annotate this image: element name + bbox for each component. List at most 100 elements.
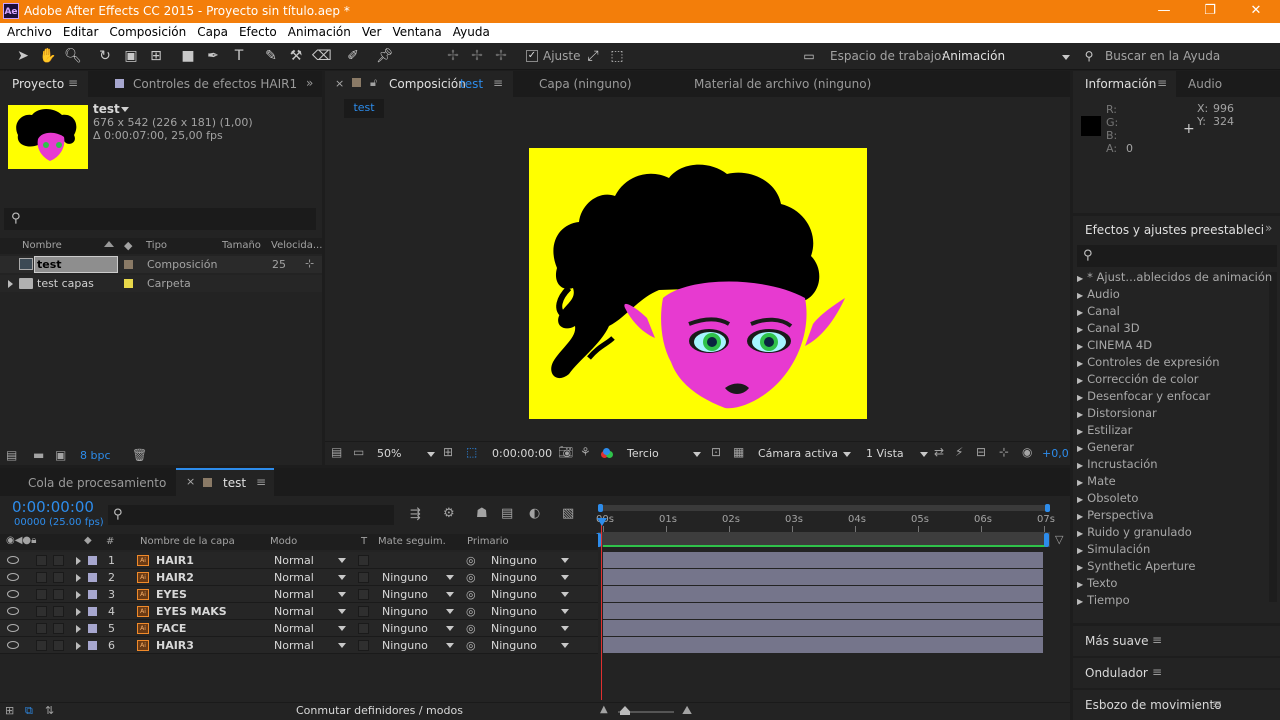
lock-switch[interactable] xyxy=(53,606,64,617)
menu-archivo[interactable]: Archivo xyxy=(2,23,58,43)
info-menu-icon[interactable]: ≡ xyxy=(1157,76,1167,90)
menu-ventana[interactable]: Ventana xyxy=(387,23,447,43)
roto-brush-tool-icon[interactable]: ✐ xyxy=(344,47,362,65)
column-name[interactable]: Nombre xyxy=(22,240,62,251)
menu-capa[interactable]: Capa xyxy=(192,23,234,43)
views-select[interactable]: 1 Vista xyxy=(866,447,904,460)
effects-category-item[interactable]: ▶ Controles de expresión xyxy=(1077,355,1220,369)
parent-select[interactable]: Ninguno xyxy=(491,639,537,652)
camera-dropdown-icon[interactable] xyxy=(843,452,851,457)
flowchart-view-icon[interactable]: ⊹ xyxy=(999,445,1009,459)
text-tool-icon[interactable]: T xyxy=(230,47,248,65)
visibility-eye-icon[interactable] xyxy=(7,607,19,615)
parent-dropdown-icon[interactable] xyxy=(561,575,569,580)
effects-category-item[interactable]: ▶ Audio xyxy=(1077,287,1120,301)
column-mode[interactable]: Modo xyxy=(270,536,297,547)
layer-label-swatch[interactable] xyxy=(88,641,97,650)
fast-draft-icon[interactable]: ⚡ xyxy=(955,445,963,459)
pickwhip-icon[interactable]: ◎ xyxy=(466,622,476,635)
layer-row[interactable]: 3 Ai EYES Normal Ninguno ◎ Ninguno xyxy=(0,586,598,603)
zoom-out-icon[interactable]: ▲ xyxy=(600,704,608,715)
folder-expand-icon[interactable] xyxy=(8,280,13,288)
effects-category-item[interactable]: ▶ Simulación xyxy=(1077,542,1150,556)
smoother-panel[interactable]: Más suave ≡ xyxy=(1073,626,1280,656)
bit-depth-button[interactable]: 8 bpc xyxy=(80,449,111,462)
effects-category-item[interactable]: ▶ Generar xyxy=(1077,440,1134,454)
effects-scrollbar[interactable] xyxy=(1269,272,1277,602)
solo-switch[interactable] xyxy=(36,589,47,600)
maximize-button[interactable]: ❐ xyxy=(1187,0,1233,23)
layer-duration-bar[interactable] xyxy=(603,569,1043,585)
layer-name[interactable]: HAIR3 xyxy=(156,639,194,652)
menu-editar[interactable]: Editar xyxy=(58,23,105,43)
column-type[interactable]: Tipo xyxy=(146,240,167,251)
zoom-dropdown-icon[interactable] xyxy=(427,452,435,457)
visibility-eye-icon[interactable] xyxy=(7,624,19,632)
mode-dropdown-icon[interactable] xyxy=(338,609,346,614)
comp-canvas[interactable] xyxy=(529,148,867,419)
expand-triangle-icon[interactable]: ▶ xyxy=(1077,529,1083,538)
layer-expand-icon[interactable] xyxy=(76,557,81,565)
workspace-dropdown-icon[interactable] xyxy=(1062,55,1070,60)
motion-blur-icon[interactable]: ◐ xyxy=(529,506,540,521)
expand-triangle-icon[interactable]: ▶ xyxy=(1077,512,1083,521)
preserve-transparency-switch[interactable] xyxy=(358,555,369,566)
column-parent[interactable]: Primario xyxy=(467,536,509,547)
comp-menu-icon[interactable]: ≡ xyxy=(493,76,503,90)
track-matte-select[interactable]: Ninguno xyxy=(382,571,428,584)
mode-dropdown-icon[interactable] xyxy=(338,626,346,631)
graph-editor-icon[interactable]: ▧ xyxy=(562,506,574,521)
solo-switch[interactable] xyxy=(36,555,47,566)
layer-duration-bar[interactable] xyxy=(603,586,1043,602)
effects-category-item[interactable]: ▶ * Ajust...ablecidos de animación xyxy=(1077,270,1272,284)
snap-checkbox[interactable]: ✓ xyxy=(526,50,538,62)
preserve-transparency-switch[interactable] xyxy=(358,640,369,651)
pickwhip-icon[interactable]: ◎ xyxy=(466,571,476,584)
interpret-footage-icon[interactable]: ▤ xyxy=(6,448,17,462)
layer-mode[interactable]: Normal xyxy=(274,622,314,635)
always-preview-icon[interactable]: ▤ xyxy=(331,445,342,459)
expand-triangle-icon[interactable]: ▶ xyxy=(1077,478,1083,487)
track-matte-select[interactable]: Ninguno xyxy=(382,639,428,652)
layer-name[interactable]: HAIR1 xyxy=(156,554,194,567)
expand-triangle-icon[interactable]: ▶ xyxy=(1077,461,1083,470)
layer-expand-icon[interactable] xyxy=(76,608,81,616)
menu-animacion[interactable]: Animación xyxy=(283,23,357,43)
camera-select[interactable]: Cámara activa xyxy=(758,447,838,460)
zoom-in-icon[interactable]: ⛰ xyxy=(682,703,692,718)
hand-tool-icon[interactable]: ✋ xyxy=(39,47,57,65)
lock-switch[interactable] xyxy=(53,555,64,566)
timeline-search-input[interactable] xyxy=(108,505,394,525)
rectangle-tool-icon[interactable]: ■ xyxy=(179,47,197,65)
brush-tool-icon[interactable]: ✎ xyxy=(262,47,280,65)
frame-blending-icon[interactable]: ▤ xyxy=(501,506,513,521)
lock-switch[interactable] xyxy=(53,589,64,600)
transparency-grid-icon[interactable]: ▦ xyxy=(733,445,744,459)
in-out-toggle-icon[interactable]: ⇅ xyxy=(45,704,54,717)
tab-layer[interactable]: Capa (ninguno) xyxy=(539,77,632,91)
parent-select[interactable]: Ninguno xyxy=(491,622,537,635)
effects-category-item[interactable]: ▶ Texto xyxy=(1077,576,1117,590)
pickwhip-icon[interactable]: ◎ xyxy=(466,605,476,618)
navigator-start-handle[interactable] xyxy=(598,504,603,512)
effects-category-item[interactable]: ▶ Mate xyxy=(1077,474,1116,488)
navigator-end-handle[interactable] xyxy=(1045,504,1050,512)
layer-mode[interactable]: Normal xyxy=(274,588,314,601)
eraser-tool-icon[interactable]: ⌫ xyxy=(312,47,332,65)
reset-exposure-icon[interactable]: ◉ xyxy=(1022,445,1032,459)
menu-ver[interactable]: Ver xyxy=(357,23,388,43)
toggle-switches-modes[interactable]: Conmutar definidores / modos xyxy=(296,704,463,717)
solo-switch[interactable] xyxy=(36,572,47,583)
layer-label-swatch[interactable] xyxy=(88,556,97,565)
visibility-eye-icon[interactable] xyxy=(7,641,19,649)
axis-local-icon[interactable]: ✢ xyxy=(444,47,462,65)
comp-button-icon[interactable]: ▽ xyxy=(1055,533,1063,546)
resolution-select[interactable]: Tercio xyxy=(627,447,659,460)
pan-behind-tool-icon[interactable]: ⊞ xyxy=(147,47,165,65)
column-speed[interactable]: Velocida... xyxy=(271,240,322,251)
expand-triangle-icon[interactable]: ▶ xyxy=(1077,495,1083,504)
zoom-tool-icon[interactable]: 🔍︎ xyxy=(64,47,82,65)
layer-mode[interactable]: Normal xyxy=(274,571,314,584)
axis-view-icon[interactable]: ✢ xyxy=(492,47,510,65)
expand-triangle-icon[interactable]: ▶ xyxy=(1077,444,1083,453)
